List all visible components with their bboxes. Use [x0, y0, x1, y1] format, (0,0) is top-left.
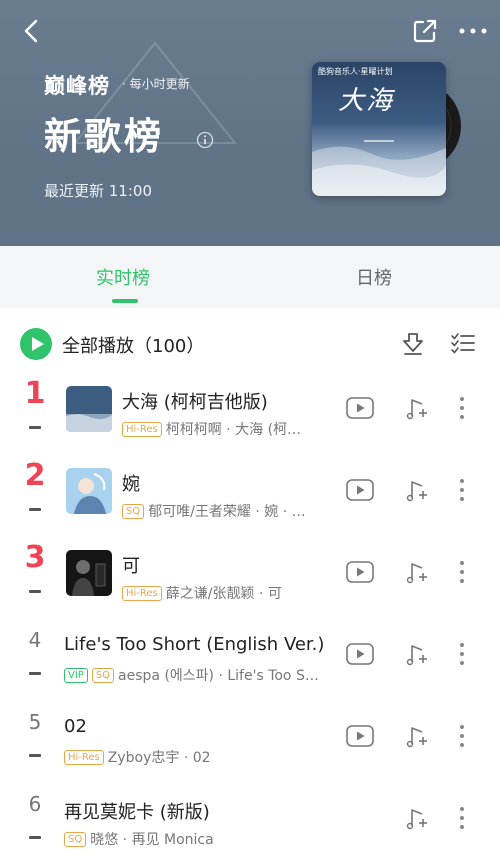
rank-number: 3: [24, 540, 46, 575]
song-title: 再见莫妮卡 (新版): [64, 802, 210, 823]
song-row[interactable]: 4 Life's Too Short (English Ver.) VIP SQ a…: [0, 614, 500, 696]
quality-badge: Hi-Res: [64, 750, 104, 765]
add-to-playlist-icon[interactable]: [405, 560, 429, 584]
quality-badge: SQ: [64, 832, 87, 847]
song-row[interactable]: 5 02 Hi-Res Zyboy忠宇 · 02: [0, 696, 500, 778]
song-artist-album: 郁可唯/王者荣耀 · 婉 · …: [148, 504, 306, 520]
tab-realtime[interactable]: 实时榜: [96, 264, 150, 290]
mv-play-icon[interactable]: [346, 479, 374, 501]
page-title: 新歌榜: [44, 115, 164, 158]
song-title: 可: [122, 556, 140, 577]
chart-header: 巅峰榜 · 每小时更新 新歌榜 最近更新 11:00 酷狗音乐人·星曜计划 大海: [0, 0, 500, 246]
cover-art: [66, 550, 112, 596]
song-row[interactable]: 3 可 Hi-Res 薛之谦/张靓颖 · 可: [0, 532, 500, 614]
add-to-playlist-icon[interactable]: [405, 642, 429, 666]
song-artist-album: 晓悠 · 再见 Monica: [90, 832, 214, 848]
song-title: 02: [64, 716, 87, 737]
song-meta: Hi-Res 薛之谦/张靓颖 · 可: [122, 583, 337, 603]
last-updated: 最近更新 11:00: [44, 182, 152, 200]
back-arrow-icon[interactable]: [16, 16, 46, 46]
cover-art: [66, 386, 112, 432]
update-frequency: · 每小时更新: [122, 77, 190, 91]
song-title: 婉: [122, 474, 140, 495]
more-options-icon[interactable]: [455, 476, 469, 504]
quality-badge: Hi-Res: [122, 422, 162, 437]
more-options-icon[interactable]: [455, 804, 469, 832]
add-to-playlist-icon[interactable]: [405, 724, 429, 748]
cover-art: [66, 468, 112, 514]
play-icon: [32, 337, 44, 351]
more-options-icon[interactable]: [456, 16, 490, 46]
song-meta: SQ 晓悠 · 再见 Monica: [64, 829, 340, 849]
more-options-icon[interactable]: [455, 558, 469, 586]
multi-select-icon[interactable]: [450, 330, 476, 356]
add-to-playlist-icon[interactable]: [405, 396, 429, 420]
song-artist-album: 柯柯柯啊 · 大海 (柯…: [165, 422, 302, 438]
song-title: Life's Too Short (English Ver.): [64, 634, 325, 655]
song-artist-album: 薛之谦/张靓颖 · 可: [165, 586, 282, 602]
download-icon[interactable]: [400, 330, 426, 356]
more-options-icon[interactable]: [455, 640, 469, 668]
song-artist-album: aespa (에스파) · Life's Too S…: [118, 668, 319, 684]
rank-change-indicator: [29, 836, 41, 839]
rank-number: 2: [24, 458, 46, 493]
rank-number: 4: [28, 628, 42, 652]
mv-play-icon[interactable]: [346, 561, 374, 583]
add-to-playlist-icon[interactable]: [405, 478, 429, 502]
more-options-icon[interactable]: [455, 394, 469, 422]
share-icon[interactable]: [410, 16, 440, 46]
song-title: 大海 (柯柯吉他版): [122, 392, 268, 413]
mv-play-icon[interactable]: [346, 725, 374, 747]
chart-tabs: 实时榜 日榜: [0, 246, 500, 308]
quality-badge: SQ: [91, 668, 115, 683]
song-row[interactable]: 1 大海 (柯柯吉他版) Hi-Res 柯柯柯啊 · 大海 (柯…: [0, 368, 500, 450]
rank-change-indicator: [29, 590, 41, 593]
album-top-text: 酷狗音乐人·星曜计划: [318, 67, 393, 76]
rank-change-indicator: [29, 754, 41, 757]
song-cover[interactable]: [66, 468, 112, 514]
vip-badge: VIP: [64, 668, 88, 683]
song-artist-album: Zyboy忠宇 · 02: [107, 750, 211, 766]
add-to-playlist-icon[interactable]: [405, 806, 429, 830]
play-all-button[interactable]: [20, 328, 52, 360]
rank-number: 6: [28, 792, 42, 816]
song-meta: Hi-Res 柯柯柯啊 · 大海 (柯…: [122, 419, 337, 439]
rank-change-indicator: [29, 426, 41, 429]
song-meta: VIP SQ aespa (에스파) · Life's Too S…: [64, 665, 340, 685]
album-cover[interactable]: 酷狗音乐人·星曜计划 大海: [312, 62, 446, 196]
more-options-icon[interactable]: [455, 722, 469, 750]
rank-change-indicator: [29, 672, 41, 675]
quality-badge: SQ: [122, 504, 145, 519]
info-icon[interactable]: [196, 131, 214, 149]
rank-change-indicator: [29, 508, 41, 511]
mv-play-icon[interactable]: [346, 397, 374, 419]
rank-number: 5: [28, 710, 42, 734]
quality-badge: Hi-Res: [122, 586, 162, 601]
rank-number: 1: [24, 376, 46, 411]
song-meta: Hi-Res Zyboy忠宇 · 02: [64, 747, 340, 767]
song-row[interactable]: 6 再见莫妮卡 (新版) SQ 晓悠 · 再见 Monica: [0, 778, 500, 860]
song-row[interactable]: 2 婉 SQ 郁可唯/王者荣耀 · 婉 · …: [0, 450, 500, 532]
play-all-label[interactable]: 全部播放（100）: [62, 332, 204, 358]
song-cover[interactable]: [66, 386, 112, 432]
song-cover[interactable]: [66, 550, 112, 596]
chart-brand: 巅峰榜: [44, 74, 110, 98]
list-controls: 全部播放（100）: [0, 308, 500, 368]
album-title: 大海: [338, 86, 395, 116]
active-tab-indicator: [112, 299, 138, 303]
song-meta: SQ 郁可唯/王者荣耀 · 婉 · …: [122, 501, 337, 521]
mv-play-icon[interactable]: [346, 643, 374, 665]
tab-daily[interactable]: 日榜: [356, 264, 392, 290]
